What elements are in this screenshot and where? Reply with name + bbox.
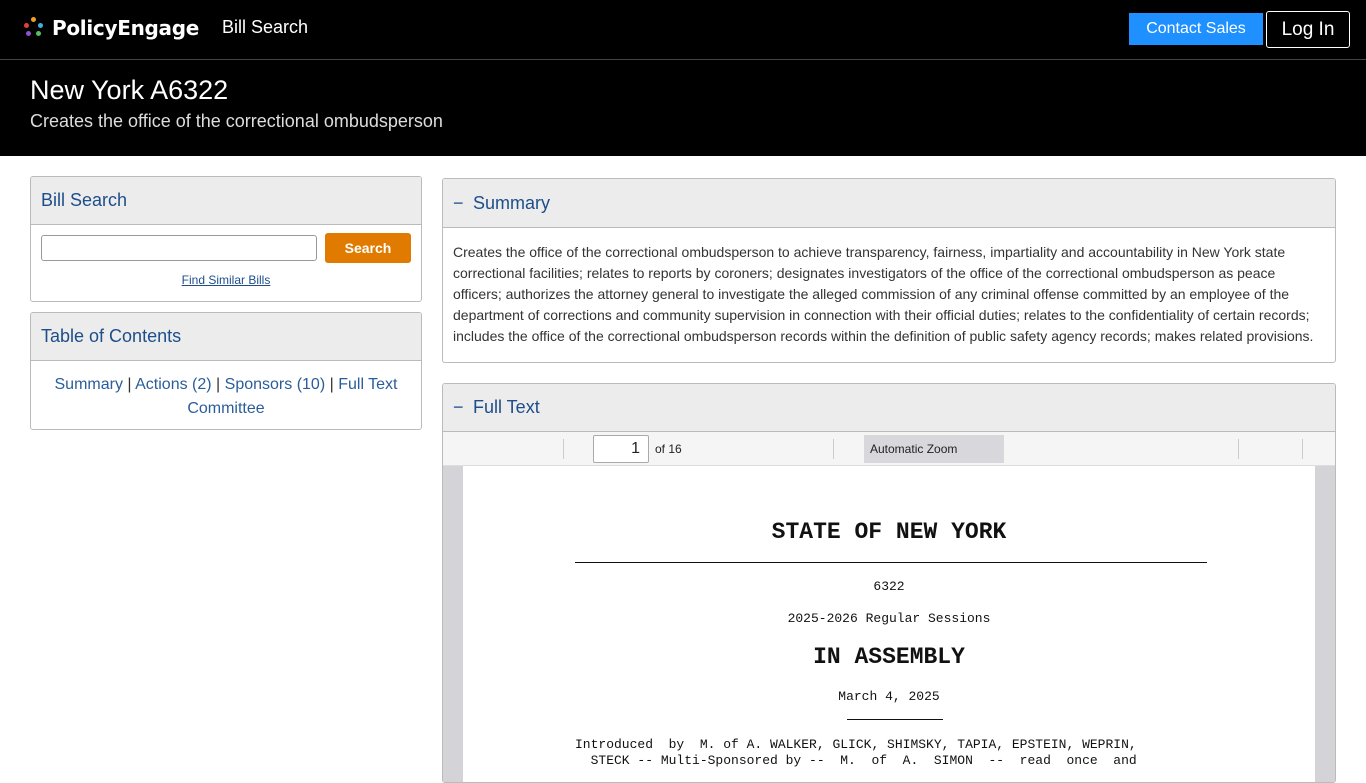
collapse-icon[interactable]: − [453, 397, 473, 418]
pdf-page: STATE OF NEW YORK 6322 2025-2026 Regular… [463, 466, 1315, 782]
bill-search-panel: Bill Search Search Find Similar Bills [30, 176, 422, 302]
page-number-input[interactable] [593, 435, 649, 463]
summary-header[interactable]: − Summary [443, 179, 1335, 228]
toc-separator: | [127, 376, 132, 393]
full-text-header[interactable]: − Full Text [443, 384, 1335, 432]
doc-intro-line-2: STECK -- Multi-Sponsored by -- M. of A. … [575, 753, 1137, 768]
summary-text: Creates the office of the correctional o… [453, 244, 1314, 344]
doc-state-title: STATE OF NEW YORK [771, 519, 1007, 545]
toolbar-divider [1302, 439, 1303, 459]
page-count-label: of 16 [655, 442, 682, 456]
toc-link-actions[interactable]: Actions (2) [135, 376, 211, 393]
summary-heading: Summary [473, 192, 551, 213]
page-title: New York A6322 [30, 75, 229, 105]
page-subtitle: Creates the office of the correctional o… [30, 111, 443, 131]
toc-header: Table of Contents [31, 313, 421, 361]
brand-logo[interactable]: PolicyEngage [22, 15, 199, 41]
doc-bill-number: 6322 [873, 579, 905, 594]
toc-link-summary[interactable]: Summary [55, 376, 123, 393]
doc-rule [575, 562, 1207, 563]
toc-separator: | [216, 376, 221, 393]
collapse-icon[interactable]: − [453, 193, 473, 214]
pdf-toolbar: of 16 Automatic Zoom [443, 432, 1335, 466]
doc-intro-line-1: Introduced by M. of A. WALKER, GLICK, SH… [575, 737, 1137, 752]
toc-links: Summary | Actions (2) | Sponsors (10) | … [31, 361, 421, 421]
search-button[interactable]: Search [325, 233, 411, 263]
find-similar-bills-link[interactable]: Find Similar Bills [31, 273, 421, 287]
nav-bill-search-link[interactable]: Bill Search [222, 17, 308, 38]
toolbar-divider [1238, 439, 1239, 459]
toc-heading: Table of Contents [41, 326, 182, 346]
logo-dots-icon [22, 16, 46, 40]
pdf-viewer[interactable]: STATE OF NEW YORK 6322 2025-2026 Regular… [443, 466, 1335, 782]
contact-sales-button[interactable]: Contact Sales [1129, 13, 1263, 45]
doc-date: March 4, 2025 [838, 689, 940, 704]
summary-panel: − Summary Creates the office of the corr… [442, 178, 1336, 363]
zoom-select[interactable]: Automatic Zoom [864, 435, 1004, 463]
toolbar-divider [833, 439, 834, 459]
doc-chamber: IN ASSEMBLY [813, 644, 965, 670]
toc-link-committee[interactable]: Committee [187, 400, 264, 417]
toc-separator: | [329, 376, 334, 393]
bill-header: New York A6322 Creates the office of the… [0, 60, 1366, 156]
bill-search-header: Bill Search [31, 177, 421, 225]
toc-link-full-text[interactable]: Full Text [338, 376, 397, 393]
doc-session: 2025-2026 Regular Sessions [787, 611, 991, 626]
toolbar-divider [563, 439, 564, 459]
full-text-heading: Full Text [473, 397, 540, 417]
brand-name: PolicyEngage [52, 16, 199, 40]
bill-search-input[interactable] [41, 235, 317, 261]
full-text-panel: − Full Text of 16 Automatic Zoom STATE O… [442, 383, 1336, 783]
toc-link-sponsors[interactable]: Sponsors (10) [225, 376, 326, 393]
table-of-contents-panel: Table of Contents Summary | Actions (2) … [30, 312, 422, 430]
login-button[interactable]: Log In [1266, 11, 1350, 48]
bill-search-heading: Bill Search [41, 190, 128, 210]
top-navbar: PolicyEngage Bill Search Contact Sales L… [0, 0, 1366, 60]
doc-rule-short [847, 719, 943, 720]
